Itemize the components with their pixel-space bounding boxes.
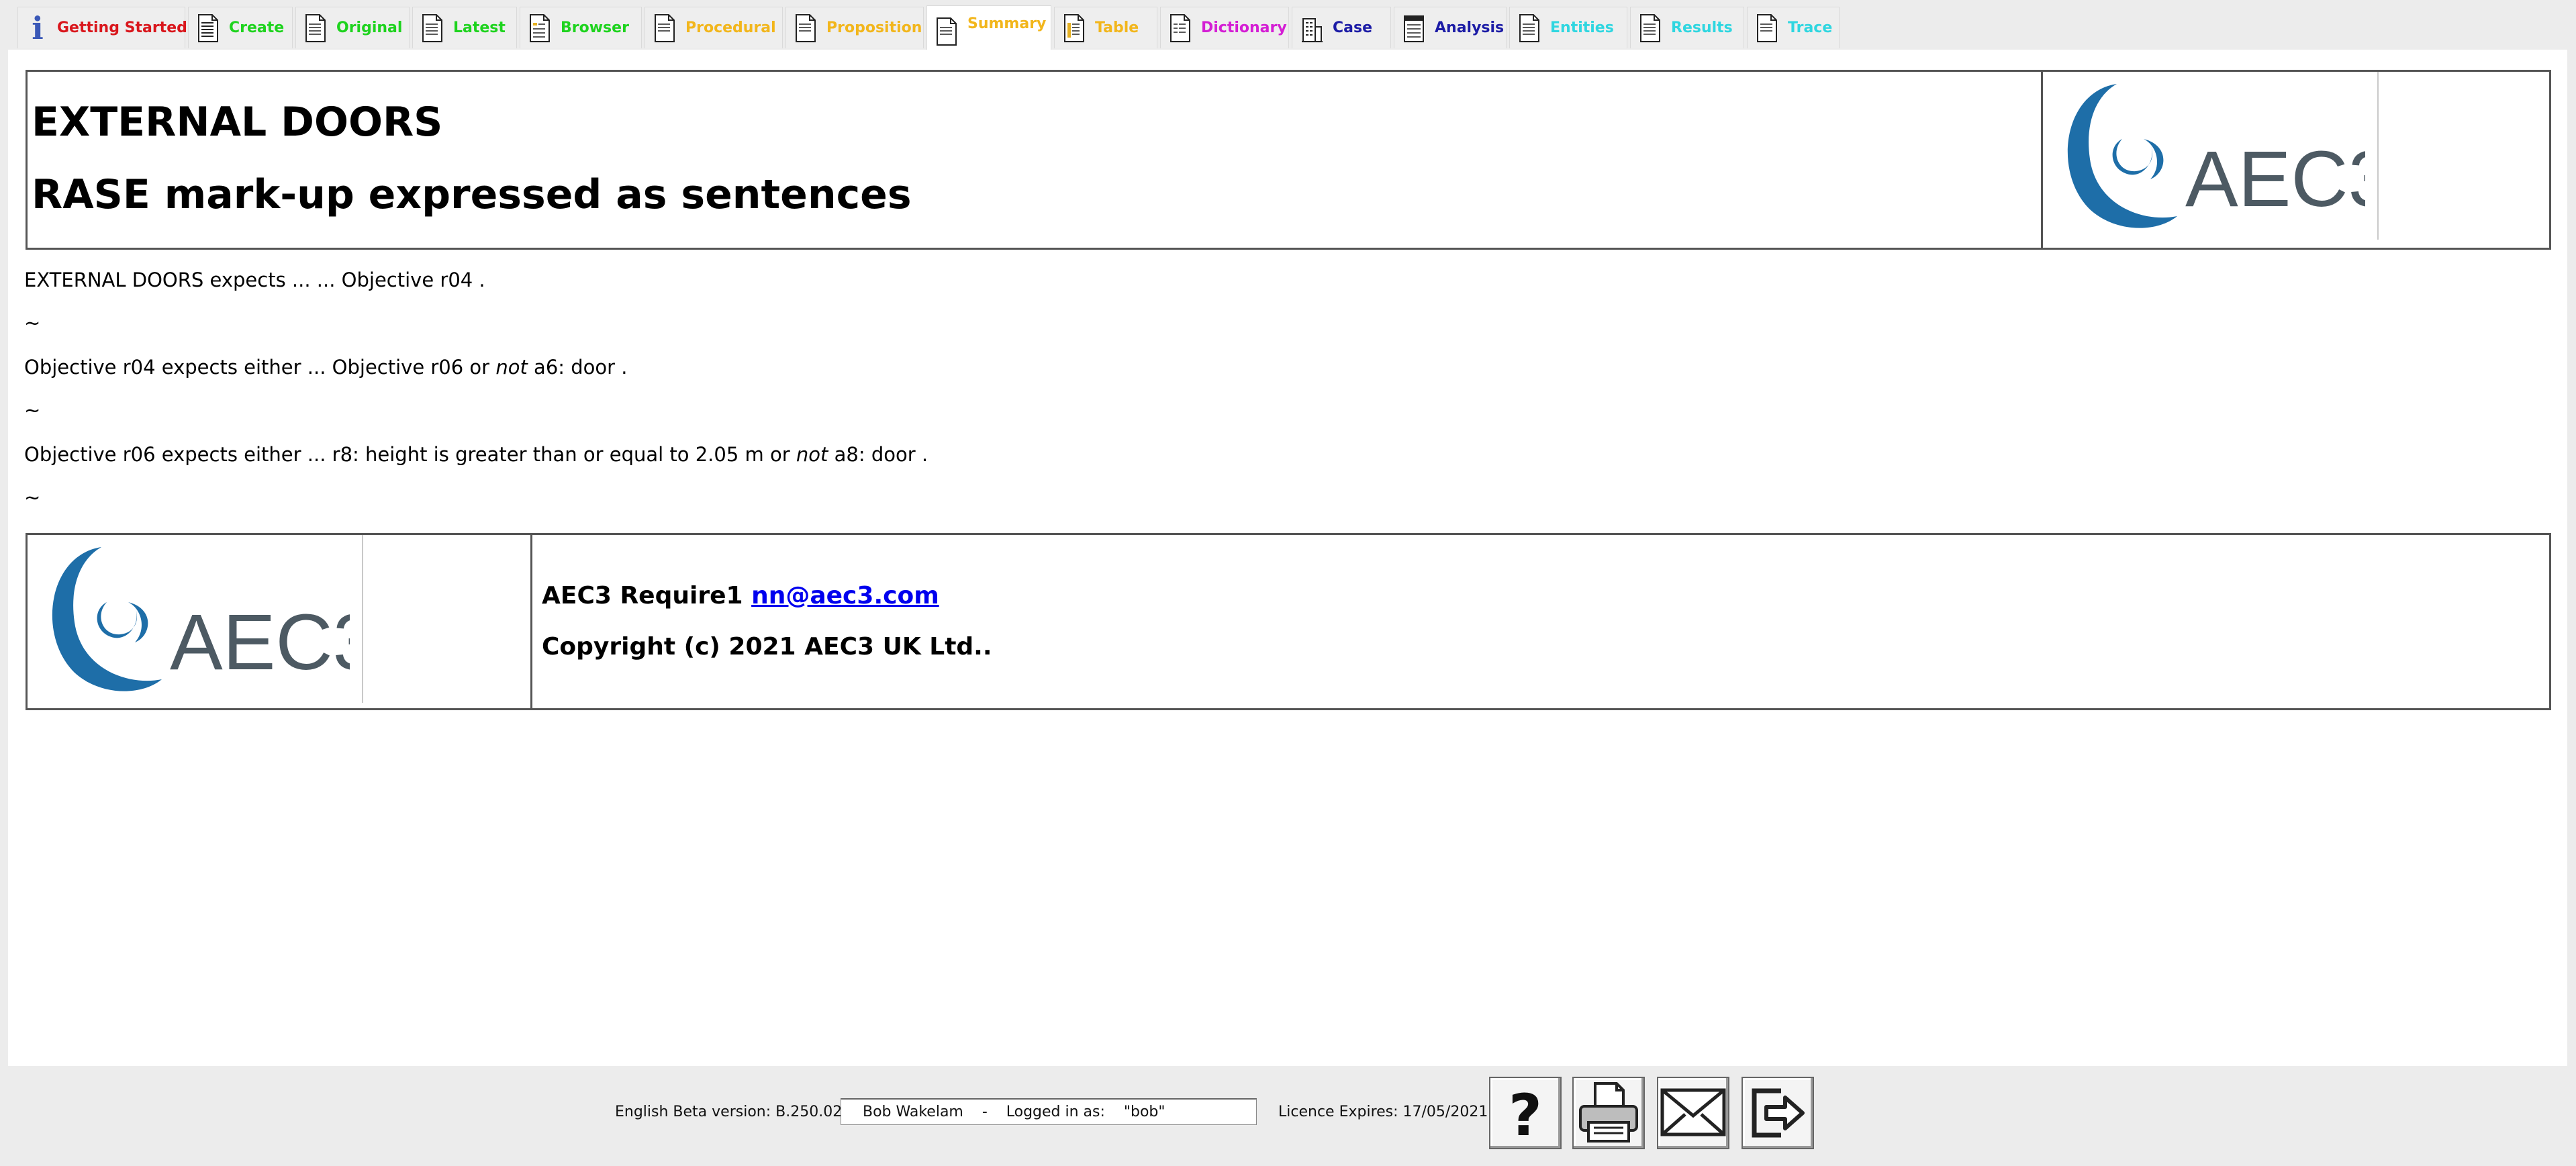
tab-label: Create	[229, 19, 285, 36]
document-icon	[422, 13, 442, 42]
sentence-2-tail: a6: door .	[527, 356, 628, 379]
sentence-3: Objective r06 expects either ... r8: hei…	[24, 443, 928, 466]
tab-latest[interactable]: Latest	[412, 7, 517, 48]
tab-label: Browser	[561, 19, 629, 36]
tab-original[interactable]: Original	[295, 7, 410, 48]
page-subtitle: RASE mark-up expressed as sentences	[32, 171, 912, 218]
print-button[interactable]	[1572, 1077, 1645, 1149]
footer-table: AEC3 AEC3 Require1 nn@aec3.com Copyright…	[26, 533, 2551, 710]
sentence-3-tail: a8: door .	[828, 443, 928, 466]
help-button[interactable]: ?	[1489, 1077, 1562, 1149]
tab-label: Summary	[967, 15, 1047, 32]
tab-bar: i Getting Started Create Original Latest…	[0, 0, 2576, 52]
page-title: EXTERNAL DOORS	[32, 99, 443, 146]
tab-getting-started[interactable]: i Getting Started	[17, 7, 187, 48]
email-link[interactable]: nn@aec3.com	[751, 582, 939, 610]
copyright: Copyright (c) 2021 AEC3 UK Ltd..	[542, 633, 992, 661]
document-icon	[1640, 13, 1660, 42]
aec3-logo: AEC3	[2043, 72, 2392, 240]
tab-label: Latest	[453, 19, 506, 36]
tab-entities[interactable]: Entities	[1509, 7, 1627, 48]
exit-button[interactable]	[1742, 1077, 1814, 1149]
tab-case[interactable]: Case	[1292, 7, 1391, 48]
tab-label: Getting Started	[57, 19, 187, 36]
sentence-2-text: Objective r04 expects either ... Objecti…	[24, 356, 496, 379]
separator-1: ~	[24, 311, 41, 334]
svg-text:AEC3: AEC3	[170, 598, 350, 687]
tab-label: Procedural	[685, 19, 776, 36]
info-icon: i	[32, 9, 44, 46]
tab-label: Case	[1333, 19, 1373, 36]
tab-dictionary[interactable]: Dictionary	[1160, 7, 1289, 48]
tab-procedural[interactable]: Procedural	[645, 7, 783, 48]
version-label: English Beta version: B.250.025	[615, 1104, 852, 1120]
aec3-logo: AEC3	[28, 535, 377, 703]
tab-analysis[interactable]: Analysis	[1394, 7, 1507, 48]
document-icon	[1170, 13, 1190, 42]
sentence-2-not: not	[495, 356, 528, 379]
tab-trace[interactable]: Trace	[1747, 7, 1840, 48]
tab-create[interactable]: Create	[188, 7, 293, 48]
footer-logo-cell: AEC3	[28, 535, 532, 708]
header-logo-cell: AEC3	[2041, 72, 2549, 248]
document-icon	[305, 13, 326, 42]
tab-table[interactable]: Table	[1054, 7, 1157, 48]
sentence-3-text: Objective r06 expects either ... r8: hei…	[24, 443, 796, 466]
email-button[interactable]	[1657, 1077, 1729, 1149]
analysis-document-icon	[1404, 15, 1424, 42]
sentence-2: Objective r04 expects either ... Objecti…	[24, 356, 628, 379]
envelope-icon	[1660, 1088, 1726, 1136]
table-document-icon	[1064, 13, 1084, 42]
tab-label: Dictionary	[1201, 19, 1287, 36]
printer-icon	[1579, 1082, 1638, 1143]
sentence-1: EXTERNAL DOORS expects ... ... Objective…	[24, 269, 485, 291]
aec3-logo-icon: AEC3	[2067, 84, 2392, 228]
status-bar: English Beta version: B.250.025 Bob Wake…	[0, 1066, 2576, 1166]
separator-3: ~	[24, 486, 41, 509]
aec3-logo-icon: AEC3	[52, 547, 377, 691]
tab-summary[interactable]: Summary	[926, 5, 1051, 51]
tab-browser[interactable]: Browser	[520, 7, 642, 48]
document-icon	[198, 13, 218, 42]
tab-label: Original	[336, 19, 403, 36]
sentence-3-not: not	[796, 443, 828, 466]
document-icon	[530, 13, 550, 42]
tab-results[interactable]: Results	[1630, 7, 1744, 48]
header-table: EXTERNAL DOORS RASE mark-up expressed as…	[26, 70, 2551, 250]
document-icon	[1519, 13, 1539, 42]
tab-label: Trace	[1788, 19, 1833, 36]
building-icon	[1302, 17, 1323, 42]
document-icon	[655, 13, 675, 42]
tab-label: Entities	[1550, 19, 1614, 36]
tab-label: Results	[1671, 19, 1733, 36]
tab-proposition[interactable]: Proposition	[785, 7, 924, 48]
separator-2: ~	[24, 399, 41, 422]
product-name: AEC3 Require1	[542, 582, 752, 610]
tab-label: Analysis	[1435, 19, 1505, 36]
exit-icon	[1752, 1088, 1805, 1138]
svg-text:?: ?	[1509, 1084, 1542, 1142]
summary-content: EXTERNAL DOORS RASE mark-up expressed as…	[8, 50, 2567, 1066]
tab-label: Proposition	[826, 19, 922, 36]
svg-text:AEC3: AEC3	[2185, 135, 2365, 224]
document-icon	[796, 13, 816, 42]
user-field: Bob Wakelam - Logged in as: "bob"	[841, 1098, 1257, 1125]
document-icon	[937, 17, 957, 46]
tab-label: Table	[1095, 19, 1139, 36]
product-line: AEC3 Require1 nn@aec3.com	[542, 582, 939, 610]
document-icon	[1757, 13, 1777, 42]
question-icon: ?	[1509, 1084, 1542, 1142]
licence-label: Licence Expires: 17/05/2021	[1278, 1104, 1488, 1120]
